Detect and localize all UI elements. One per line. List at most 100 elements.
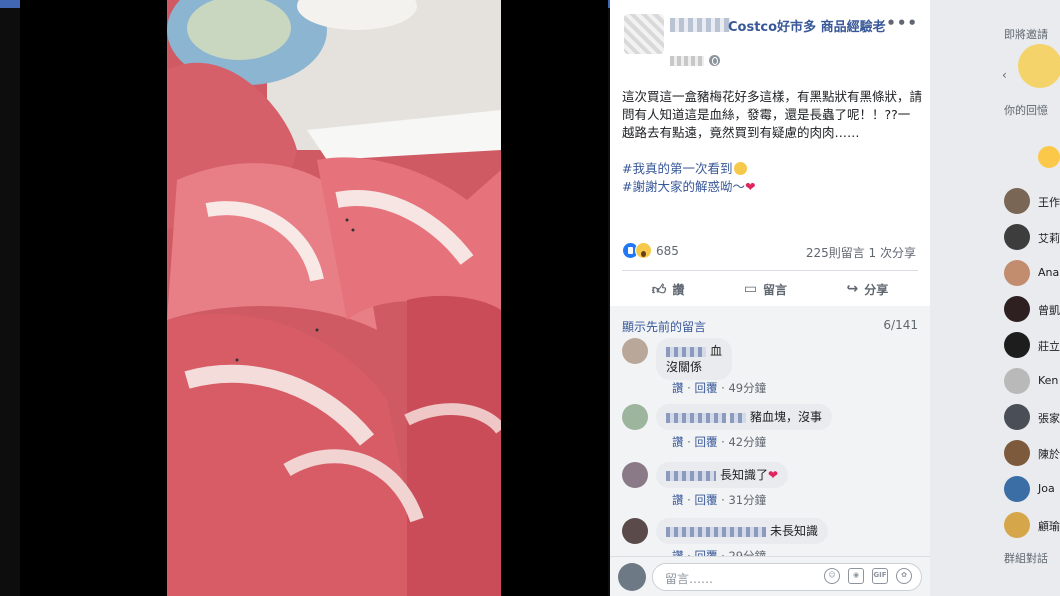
contact-item[interactable]: 莊立 (1004, 332, 1060, 358)
contact-name: 曾凱 (1038, 304, 1060, 317)
hashtag-line-1: #我真的第一次看到 (622, 160, 922, 178)
share-arrow-icon: ↪ (846, 281, 859, 297)
contact-name: 陳於 (1038, 448, 1060, 461)
comment-bubble: 未長知識 (656, 518, 829, 544)
hashtag-link[interactable]: #我真的第一次看到 (622, 161, 732, 176)
post-timestamp-blurred[interactable] (670, 56, 704, 66)
author-avatar[interactable] (624, 14, 664, 54)
reaction-summary[interactable]: 685 (622, 242, 679, 259)
post-header: Costco好市多 商品經驗老 ••• (610, 0, 930, 80)
commenter-avatar[interactable] (622, 462, 648, 488)
speech-bubble-icon: ▭ (743, 281, 758, 297)
event-thumbnail[interactable] (1018, 44, 1060, 88)
contact-name: 張家 (1038, 412, 1060, 425)
rail-section-title: 即將邀請 (1004, 28, 1048, 41)
comment-reply-link[interactable]: 回覆 (694, 493, 717, 507)
commenter-avatar[interactable] (622, 518, 648, 544)
comment-like-link[interactable]: 讚 (672, 435, 684, 449)
comment-pager: 6/141 (883, 318, 918, 332)
commenter-avatar[interactable] (622, 404, 648, 430)
comment-meta: 讚 · 回覆 · 42分鐘 (672, 435, 767, 449)
contact-item[interactable]: 陳於 (1004, 440, 1060, 466)
comment-time: 31分鐘 (728, 493, 767, 507)
post-side-panel: Costco好市多 商品經驗老 ••• 這次買這一盒豬梅花好多這樣，有黑點狀有黑… (610, 0, 930, 596)
comment-text: 血 (710, 344, 723, 358)
contact-name: 王作 (1038, 196, 1060, 209)
divider (622, 270, 918, 271)
sticker-icon[interactable]: ✿ (896, 568, 912, 584)
post-photo[interactable] (167, 0, 501, 596)
gif-icon[interactable]: GIF (872, 568, 888, 584)
commenter-name-blurred[interactable] (666, 526, 766, 537)
comment-time: 49分鐘 (728, 381, 767, 395)
comment-like-link[interactable]: 讚 (672, 381, 684, 395)
emoji-icon[interactable]: ☺ (824, 568, 840, 584)
current-user-avatar (618, 563, 646, 591)
commenter-avatar[interactable] (622, 338, 648, 364)
share-button[interactable]: ↪ 分享 (847, 281, 889, 298)
contact-item[interactable]: Ana (1004, 260, 1060, 286)
contact-avatar (1004, 332, 1030, 358)
chevron-left-icon[interactable]: ‹ (1002, 68, 1007, 82)
contact-name: Ana (1038, 266, 1060, 279)
commenter-name-blurred[interactable] (666, 470, 716, 481)
heart-icon: ❤ (768, 468, 779, 482)
comment-composer: 留言…… ☺ ◉ GIF ✿ (610, 556, 930, 596)
contact-name: 艾莉 (1038, 232, 1060, 245)
comment-bubble: 長知識了❤ (656, 462, 789, 488)
comment-share-counts[interactable]: 225則留言 1 次分享 (806, 244, 916, 261)
contact-avatar (1004, 188, 1030, 214)
contact-item[interactable]: Ken (1004, 368, 1060, 394)
camera-icon[interactable]: ◉ (848, 568, 864, 584)
thumbs-up-icon: 👍︎ (651, 281, 667, 298)
comment-text: 沒關係 (666, 360, 703, 374)
contact-item[interactable]: 艾莉 (1004, 224, 1060, 250)
comment-meta: 讚 · 回覆 · 31分鐘 (672, 493, 767, 507)
comment-text: 長知識了 (720, 468, 769, 482)
comment-bubble: 豬血塊，沒事 (656, 404, 833, 430)
contact-avatar (1004, 440, 1030, 466)
memory-emoji-icon (1038, 146, 1060, 168)
raw-meat-photo (167, 0, 501, 596)
hashtag-line-2: #謝謝大家的解惑呦～❤ (622, 178, 922, 196)
contact-item[interactable]: 曾凱 (1004, 296, 1060, 322)
rail-section-title: 你的回憶 (1004, 104, 1048, 117)
author-name-blurred[interactable] (670, 18, 730, 32)
comment-like-link[interactable]: 讚 (672, 493, 684, 507)
rail-section-title: 群組對話 (1004, 552, 1048, 565)
comment-bubble: 血 沒關係 (656, 338, 733, 380)
wow-reaction-icon (635, 242, 652, 259)
comment-text: 未長知識 (770, 524, 819, 538)
comment-text: 豬血塊，沒事 (750, 410, 823, 424)
like-label: 讚 (672, 282, 685, 297)
post-action-bar: 👍︎ 讚 ▭ 留言 ↪ 分享 (622, 276, 918, 302)
reaction-count: 685 (656, 243, 679, 258)
comment-label: 留言 (763, 282, 788, 297)
contact-item[interactable]: 王作 (1004, 188, 1060, 214)
show-previous-comments-link[interactable]: 顯示先前的留言 (622, 318, 706, 335)
contact-avatar (1004, 260, 1030, 286)
right-sidebar: 即將邀請 ‹ 你的回憶 王作 艾莉 Ana 曾凱 莊立 Ken 張家 陳於 Jo… (930, 0, 1060, 596)
contact-avatar (1004, 512, 1030, 538)
contact-avatar (1004, 368, 1030, 394)
post-body: 這次買這一盒豬梅花好多這樣，有黑點狀有黑條狀，請問有人知道這是血絲，發霉，還是長… (622, 88, 922, 196)
contact-item[interactable]: 張家 (1004, 404, 1060, 430)
group-name-link[interactable]: Costco好市多 商品經驗老 (728, 16, 886, 35)
like-button[interactable]: 👍︎ 讚 (652, 281, 685, 298)
post-body-text: 這次買這一盒豬梅花好多這樣，有黑點狀有黑條狀，請問有人知道這是血絲，發霉，還是長… (622, 89, 923, 140)
hashtag-link[interactable]: #謝謝大家的解惑呦～ (622, 179, 745, 194)
commenter-name-blurred[interactable] (666, 346, 706, 357)
comment-button[interactable]: ▭ 留言 (744, 281, 787, 298)
contact-item[interactable]: 顧瑜 (1004, 512, 1060, 538)
mention-blurred[interactable] (730, 412, 746, 423)
composer-tools: ☺ ◉ GIF ✿ (824, 568, 912, 584)
comment-reply-link[interactable]: 回覆 (694, 381, 717, 395)
commenter-name-blurred[interactable] (666, 412, 726, 423)
share-label: 分享 (864, 282, 889, 297)
comments-section: 顯示先前的留言 6/141 血 沒關係 讚 · 回覆 · 49分鐘 豬血塊，沒事… (610, 306, 930, 596)
contact-name: 顧瑜 (1038, 520, 1060, 533)
comment-reply-link[interactable]: 回覆 (694, 435, 717, 449)
contact-item[interactable]: Joa (1004, 476, 1060, 502)
more-options-icon[interactable]: ••• (886, 14, 918, 32)
contact-name: Joa (1038, 482, 1055, 495)
